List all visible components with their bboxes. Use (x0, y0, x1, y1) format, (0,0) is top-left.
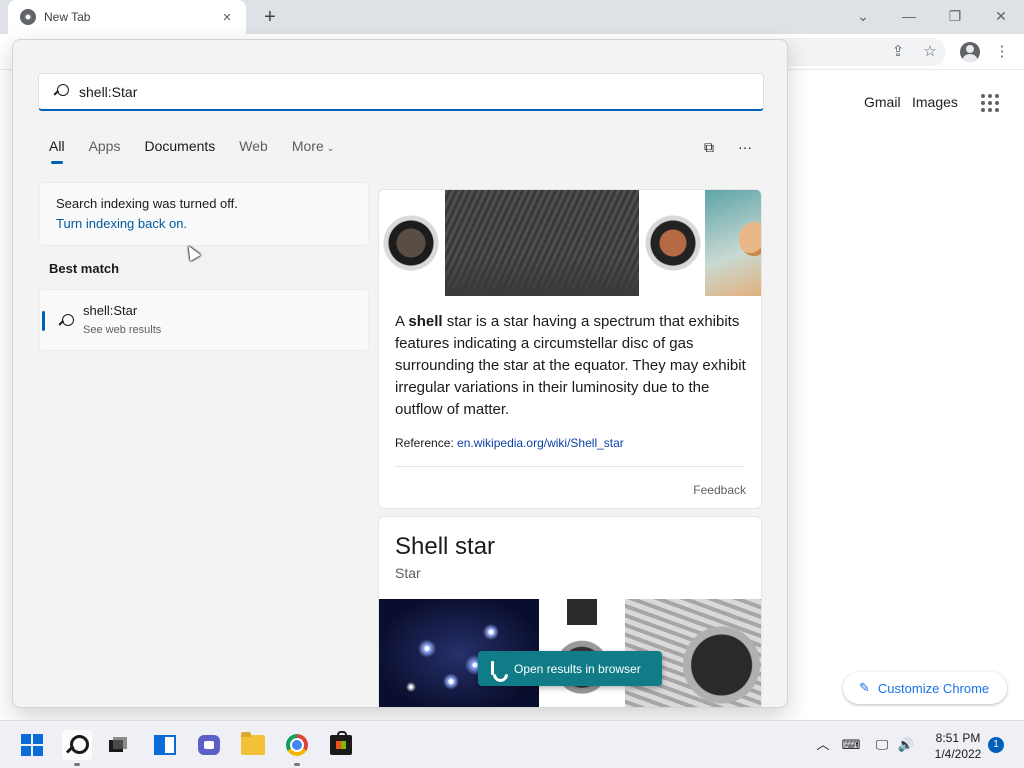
file-explorer-button[interactable] (238, 730, 268, 760)
orange-watch-image[interactable] (641, 190, 705, 296)
divider (395, 466, 745, 467)
web-search-icon (58, 314, 74, 330)
search-query-text: shell:Star (79, 83, 138, 100)
entity-subtitle: Star (395, 565, 421, 581)
shell-structure-image[interactable] (445, 190, 639, 296)
indexing-notice-text: Search indexing was turned off. (56, 196, 238, 211)
image-strip (379, 190, 761, 296)
tab-title: New Tab (44, 10, 91, 24)
share-ui-icon[interactable]: ⧉ (699, 137, 719, 157)
feedback-link[interactable]: Feedback (693, 483, 746, 497)
customize-chrome-label: Customize Chrome (877, 680, 990, 696)
definition-text: A shell star is a star having a spectrum… (395, 313, 746, 418)
definition-card: A shell star is a star having a spectrum… (378, 189, 762, 509)
profile-avatar-icon[interactable] (960, 42, 980, 62)
taskbar-search-button[interactable] (62, 730, 92, 760)
widgets-icon (154, 735, 176, 755)
tab-all[interactable]: All (49, 138, 65, 164)
selection-accent (42, 311, 45, 331)
more-options-icon[interactable]: ··· (735, 137, 755, 157)
store-icon (330, 731, 352, 755)
indexing-notice: Search indexing was turned off. Turn ind… (39, 182, 369, 246)
entity-title: Shell star (395, 533, 496, 560)
bing-icon (490, 660, 504, 677)
store-button[interactable] (326, 730, 356, 760)
tab-more-label: More (291, 138, 324, 154)
open-results-in-browser-button[interactable]: Open results in browser (478, 651, 662, 686)
folder-icon (241, 732, 265, 755)
tab-close-icon[interactable]: × (218, 9, 236, 26)
bookmark-star-icon[interactable]: ☆ (920, 42, 940, 62)
tab-more[interactable]: More ⌄ (292, 138, 334, 164)
taskbar: ︿ ⌨ 🖵 🔊 8:51 PM 1/4/2022 1 (0, 720, 1024, 768)
tab-search-icon[interactable]: ⌄ (848, 4, 878, 28)
task-view-button[interactable] (104, 730, 134, 760)
search-icon (53, 83, 69, 100)
volume-icon[interactable]: 🔊 (896, 735, 916, 755)
reference-line: Reference: en.wikipedia.org/wiki/Shell_s… (395, 436, 624, 450)
chevron-down-icon: ⌄ (326, 143, 335, 153)
chrome-icon (286, 734, 308, 756)
start-button[interactable] (17, 730, 47, 760)
search-filter-tabs: All Apps Documents Web More ⌄ (49, 138, 358, 164)
close-window-button[interactable]: ✕ (986, 4, 1016, 28)
tab-documents[interactable]: Documents (144, 138, 215, 164)
gmail-link[interactable]: Gmail (864, 94, 901, 110)
search-input[interactable]: shell:Star (38, 73, 764, 111)
best-match-subtitle: See web results (83, 324, 162, 336)
pencil-icon: ✎ (859, 680, 870, 695)
windows-search-panel: shell:Star All Apps Documents Web More ⌄ … (12, 39, 788, 708)
tab-new-tab[interactable]: New Tab × (8, 0, 246, 34)
wikipedia-link[interactable]: en.wikipedia.org/wiki/Shell_star (457, 436, 624, 450)
share-icon[interactable]: ⇪ (888, 42, 908, 62)
active-indicator (74, 763, 80, 766)
tab-apps[interactable]: Apps (89, 138, 121, 164)
task-view-icon (109, 737, 129, 753)
chat-button[interactable] (194, 730, 224, 760)
keyboard-icon[interactable]: ⌨ (841, 735, 861, 755)
teams-chat-icon (198, 735, 220, 755)
notification-badge[interactable]: 1 (988, 737, 1004, 753)
customize-chrome-button[interactable]: ✎ Customize Chrome (843, 672, 1007, 704)
best-match-title: shell:Star (83, 303, 138, 318)
google-apps-icon[interactable] (981, 94, 999, 112)
chrome-menu-icon[interactable]: ⋮ (992, 42, 1012, 62)
running-indicator (294, 763, 300, 766)
tab-strip: New Tab × + ⌄ — ❐ ✕ (0, 0, 1024, 34)
chrome-taskbar-button[interactable] (282, 730, 312, 760)
best-match-heading: Best match (49, 261, 120, 276)
turn-indexing-on-link[interactable]: Turn indexing back on. (56, 216, 352, 231)
clock[interactable]: 8:51 PM 1/4/2022 (926, 730, 990, 762)
best-match-item[interactable]: shell:Star See web results (39, 289, 369, 351)
show-hidden-icons-chevron-icon[interactable]: ︿ (813, 735, 833, 755)
restore-button[interactable]: ❐ (940, 4, 970, 28)
clock-date: 1/4/2022 (934, 747, 982, 761)
tab-web[interactable]: Web (239, 138, 268, 164)
open-results-label: Open results in browser (514, 661, 641, 676)
watch-image[interactable] (379, 190, 443, 296)
chrome-tab-icon (20, 9, 36, 25)
minimize-button[interactable]: — (894, 4, 924, 28)
widgets-button[interactable] (150, 730, 180, 760)
new-tab-button[interactable]: + (258, 5, 282, 29)
shell-in-hand-image[interactable] (705, 190, 761, 296)
windows-logo-icon (21, 734, 43, 756)
search-icon (66, 734, 89, 756)
images-link[interactable]: Images (912, 94, 958, 110)
clock-time: 8:51 PM (935, 731, 981, 745)
network-icon[interactable]: 🖵 (872, 735, 892, 755)
